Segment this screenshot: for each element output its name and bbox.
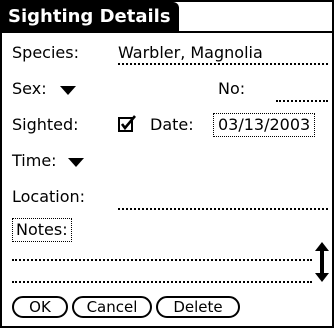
date-label: Date:	[150, 115, 194, 134]
sex-label: Sex:	[12, 79, 47, 98]
date-selector[interactable]: 03/13/2003	[213, 113, 316, 137]
location-label: Location:	[12, 187, 86, 206]
number-underline	[276, 100, 328, 102]
scroll-arrows-icon[interactable]	[314, 242, 330, 282]
number-label: No:	[218, 79, 246, 98]
sighted-checkbox[interactable]	[118, 115, 136, 133]
notes-line-1[interactable]	[12, 259, 312, 261]
location-underline	[118, 208, 328, 210]
species-field[interactable]: Warbler, Magnolia	[118, 43, 263, 63]
ok-button[interactable]: OK	[12, 296, 68, 318]
form-title: Sighting Details	[2, 2, 179, 31]
title-bar: Sighting Details	[2, 2, 332, 33]
delete-button[interactable]: Delete	[156, 296, 240, 318]
time-label: Time:	[12, 151, 57, 170]
sighting-details-screen: Sighting Details Species: Warbler, Magno…	[0, 0, 334, 328]
notes-line-2[interactable]	[12, 281, 312, 283]
time-dropdown-icon[interactable]	[68, 158, 84, 167]
sighted-label: Sighted:	[12, 115, 79, 134]
cancel-button[interactable]: Cancel	[72, 296, 152, 318]
species-label: Species:	[12, 43, 79, 62]
notes-button[interactable]: Notes:	[12, 218, 72, 242]
species-underline	[118, 63, 328, 65]
sex-dropdown-icon[interactable]	[60, 86, 76, 95]
